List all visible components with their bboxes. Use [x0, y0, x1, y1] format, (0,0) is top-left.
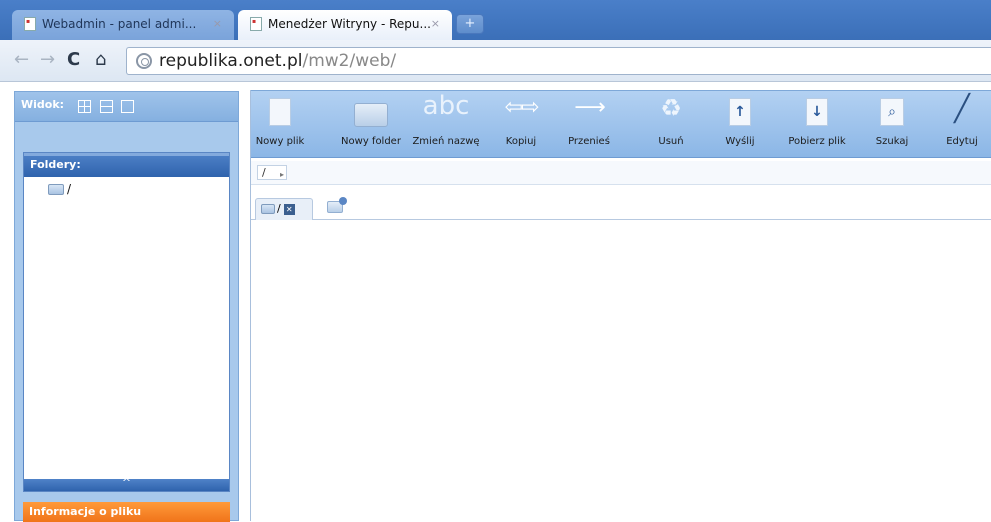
folder-icon [48, 184, 64, 195]
folder-icon [261, 204, 275, 214]
copy-arrows-icon: ⇦⇨ [504, 95, 540, 120]
page-favicon-icon: ▪ [250, 17, 262, 31]
page-content: Widok: Foldery: / ^ Informacje o pliku N… [0, 83, 991, 522]
path-bar: / ▸ [251, 161, 991, 185]
new-folder-tab-icon[interactable] [327, 197, 347, 213]
file-manager: Nowy plik Nowy folder abc Zmień nazwę ⇦⇨… [250, 90, 991, 521]
grid-view-icon[interactable] [78, 100, 91, 113]
move-arrow-icon: ⟶ [574, 95, 606, 120]
browser-tab-webadmin[interactable]: ▪ Webadmin - panel admi... × [12, 10, 234, 40]
search-button[interactable]: ⌕ Szukaj [867, 91, 917, 157]
search-icon: ⌕ [880, 98, 904, 126]
url-text: republika.onet.pl/mw2/web/ [159, 51, 397, 71]
close-folder-tab-icon[interactable]: ✕ [283, 203, 295, 215]
copy-button[interactable]: ⇦⇨ Kopiuj [491, 91, 551, 157]
browser-tabstrip: ▪ Webadmin - panel admi... × ▪ Menedżer … [0, 0, 991, 40]
path-breadcrumb[interactable]: / ▸ [257, 165, 287, 180]
new-folder-icon [354, 103, 388, 127]
folder-tabs: / ✕ [251, 197, 991, 220]
folder-tab-label: / [277, 202, 281, 215]
file-info-header[interactable]: Informacje o pliku [23, 502, 230, 522]
path-current: / [262, 166, 266, 179]
tab-title: Menedżer Witryny - Repu... [268, 17, 431, 31]
single-view-icon[interactable] [121, 100, 134, 113]
upload-icon: ↑ [729, 98, 751, 126]
tree-item-label: / [67, 182, 72, 196]
move-button[interactable]: ⟶ Przenieś [561, 91, 617, 157]
upload-button[interactable]: ↑ Wyślij [717, 91, 763, 157]
folders-panel: Foldery: / ^ [23, 152, 230, 492]
new-file-button[interactable]: Nowy plik [255, 91, 305, 157]
delete-button[interactable]: ♻ Usuń [647, 91, 695, 157]
page-favicon-icon: ▪ [24, 17, 36, 31]
tab-title: Webadmin - panel admi... [42, 17, 197, 31]
download-button[interactable]: ↓ Pobierz plik [785, 91, 849, 157]
close-tab-icon[interactable]: × [431, 10, 440, 38]
collapse-folders-button[interactable]: ^ [24, 477, 229, 491]
address-bar[interactable]: republika.onet.pl/mw2/web/ [126, 47, 991, 75]
browser-tab-menedzer[interactable]: ▪ Menedżer Witryny - Repu... × [238, 10, 452, 40]
left-panel: Widok: Foldery: / ^ Informacje o pliku [14, 91, 239, 522]
pencil-icon: ╱ [954, 94, 970, 124]
globe-icon [136, 53, 152, 69]
download-icon: ↓ [806, 98, 828, 126]
close-tab-icon[interactable]: × [213, 10, 222, 38]
view-label: Widok: [21, 98, 65, 111]
path-arrow-icon[interactable]: ▸ [280, 168, 284, 181]
folder-tree: / [24, 177, 229, 483]
forward-icon[interactable]: → [40, 48, 55, 72]
list-view-icon[interactable] [100, 100, 113, 113]
action-ribbon: Nowy plik Nowy folder abc Zmień nazwę ⇦⇨… [251, 90, 991, 158]
reload-icon[interactable]: C [67, 48, 80, 72]
folder-tab-root[interactable]: / ✕ [255, 198, 313, 220]
recycle-icon: ♻ [660, 94, 682, 122]
rename-button[interactable]: abc Zmień nazwę [409, 91, 483, 157]
edit-button[interactable]: ╱ Edytuj [937, 91, 987, 157]
new-tab-button[interactable]: + [456, 14, 484, 34]
folders-title: Foldery: [24, 153, 229, 177]
rename-icon: abc [422, 91, 470, 121]
tree-item-root[interactable]: / [48, 182, 71, 196]
new-folder-button[interactable]: Nowy folder [339, 91, 403, 157]
view-panel: Widok: [15, 92, 238, 122]
back-icon[interactable]: ← [14, 48, 29, 72]
browser-toolbar: ← → C ⌂ republika.onet.pl/mw2/web/ [0, 40, 991, 82]
home-icon[interactable]: ⌂ [95, 48, 106, 72]
document-icon [269, 98, 291, 126]
